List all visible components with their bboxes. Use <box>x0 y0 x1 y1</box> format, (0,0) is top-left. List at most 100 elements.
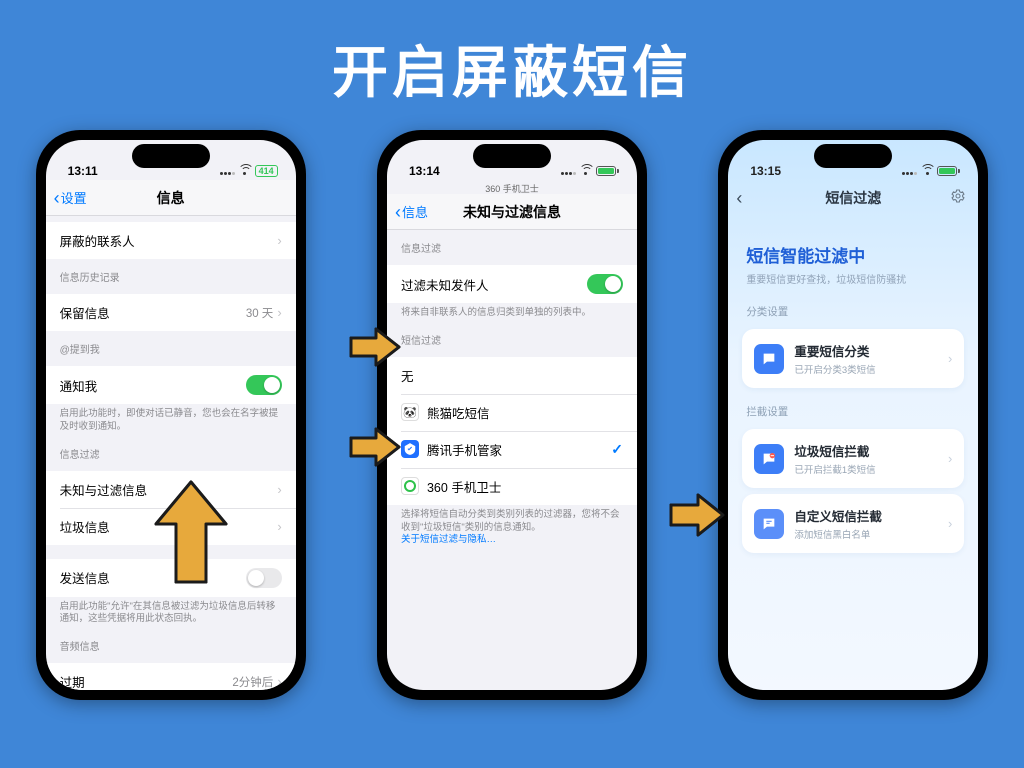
back-button[interactable]: ‹设置 <box>54 188 87 207</box>
status-time: 13:14 <box>409 164 440 178</box>
gear-icon[interactable] <box>950 188 966 209</box>
custom-list-icon <box>754 509 784 539</box>
battery-icon <box>596 166 619 176</box>
dynamic-island <box>132 144 210 168</box>
page-title: 开启屏蔽短信 <box>0 0 1024 109</box>
chevron-left-icon: ‹ <box>736 189 742 207</box>
section-footer: 启用此功能时，即使对话已静音，您也会在名字被提及时收到通知。 <box>46 404 296 436</box>
section-header: 信息历史记录 <box>46 259 296 288</box>
cell-value: 30 天 <box>246 305 274 321</box>
row-blocked-contacts[interactable]: 屏蔽的联系人 › <box>46 222 296 259</box>
wifi-icon <box>920 166 934 176</box>
cell-value: 2分钟后 <box>232 674 273 690</box>
phone-3: 13:15 ‹ 短信过滤 短信智能过滤中 重要短信更好查找，垃圾短信防骚扰 分类… <box>718 130 988 700</box>
section-header: 短信过滤 <box>387 322 637 351</box>
hero: 短信智能过滤中 重要短信更好查找，垃圾短信防骚扰 <box>728 216 978 300</box>
nav-bar: ‹ 短信过滤 <box>728 180 978 216</box>
card-title: 垃圾短信拦截 <box>794 441 938 460</box>
back-label: 信息 <box>402 202 428 221</box>
card-spam-block[interactable]: 垃圾短信拦截 已开启拦截1类短信 › <box>742 429 964 488</box>
callout-arrow-right <box>668 492 726 538</box>
row-app-tencent[interactable]: 腾讯手机管家 ✓ <box>387 431 637 468</box>
card-custom-block[interactable]: 自定义短信拦截 添加短信黑白名单 › <box>742 494 964 553</box>
row-app-360[interactable]: 360 手机卫士 <box>387 468 637 505</box>
cell-label: 过期 <box>60 672 85 690</box>
phone-2: 13:14 360 手机卫士 ‹信息 未知与过滤信息 信息过滤 过滤未知发件人 <box>377 130 647 700</box>
row-keep-messages[interactable]: 保留信息 30 天› <box>46 294 296 331</box>
row-filter-none[interactable]: 无 <box>387 357 637 394</box>
signal-icon <box>560 164 576 178</box>
cell-label: 屏蔽的联系人 <box>60 231 135 250</box>
dynamic-island <box>473 144 551 168</box>
chevron-right-icon: › <box>277 519 281 534</box>
back-label: 设置 <box>61 188 87 207</box>
nav-bar: ‹设置 信息 <box>46 180 296 216</box>
cell-label: 垃圾信息 <box>60 517 110 536</box>
cell-label: 发送信息 <box>60 568 110 587</box>
status-time: 13:11 <box>68 164 98 178</box>
phones-row: 13:11 414 ‹设置 信息 屏蔽的联系人 › 信息历史记录 <box>0 130 1024 738</box>
nav-title: 短信过滤 <box>825 188 881 208</box>
hero-subtitle: 重要短信更好查找，垃圾短信防骚扰 <box>746 271 960 286</box>
signal-icon <box>901 164 917 178</box>
panda-app-icon: 🐼 <box>401 403 419 421</box>
chevron-left-icon: ‹ <box>54 189 60 207</box>
section-header: 分类设置 <box>728 300 978 323</box>
dynamic-island <box>814 144 892 168</box>
back-button[interactable]: ‹ <box>736 189 742 207</box>
callout-arrow-right <box>348 426 402 468</box>
back-button[interactable]: ‹信息 <box>395 202 428 221</box>
phone-1: 13:11 414 ‹设置 信息 屏蔽的联系人 › 信息历史记录 <box>36 130 306 700</box>
row-notify-me[interactable]: 通知我 <box>46 366 296 404</box>
shield-block-icon <box>754 444 784 474</box>
tencent-app-icon <box>401 440 419 458</box>
card-subtitle: 添加短信黑白名单 <box>794 527 938 541</box>
chevron-right-icon: › <box>948 516 952 531</box>
cell-label: 通知我 <box>60 376 98 395</box>
cell-label: 熊猫吃短信 <box>427 403 623 422</box>
callout-arrow-up <box>152 478 230 588</box>
message-icon <box>754 344 784 374</box>
section-header: 音频信息 <box>46 628 296 657</box>
settings-list[interactable]: 信息过滤 过滤未知发件人 将来自非联系人的信息归类到单独的列表中。 短信过滤 无… <box>387 230 637 690</box>
phone-1-screen: 13:11 414 ‹设置 信息 屏蔽的联系人 › 信息历史记录 <box>46 140 296 690</box>
card-title: 重要短信分类 <box>794 341 938 360</box>
toggle-filter-unknown[interactable] <box>587 274 623 294</box>
chevron-right-icon: › <box>277 674 281 689</box>
nav-bar: ‹信息 未知与过滤信息 <box>387 194 637 230</box>
section-header: 信息过滤 <box>46 436 296 465</box>
row-app-panda[interactable]: 🐼 熊猫吃短信 <box>387 394 637 431</box>
phone-2-screen: 13:14 360 手机卫士 ‹信息 未知与过滤信息 信息过滤 过滤未知发件人 <box>387 140 637 690</box>
section-footer: 将来自非联系人的信息归类到单独的列表中。 <box>387 303 637 322</box>
nav-title: 未知与过滤信息 <box>463 202 561 222</box>
cell-label: 过滤未知发件人 <box>401 275 489 294</box>
callout-arrow-right <box>348 326 402 368</box>
signal-icon <box>219 164 235 178</box>
checkmark-icon: ✓ <box>611 441 623 458</box>
battery-icon: 414 <box>255 165 278 177</box>
wifi-icon <box>579 166 593 176</box>
chevron-right-icon: › <box>948 351 952 366</box>
cell-label: 360 手机卫士 <box>427 477 623 496</box>
toggle-notify-me[interactable] <box>246 375 282 395</box>
battery-icon <box>937 166 960 176</box>
hero-title: 短信智能过滤中 <box>746 242 960 267</box>
row-filter-unknown[interactable]: 过滤未知发件人 <box>387 265 637 303</box>
card-subtitle: 已开启拦截1类短信 <box>794 462 938 476</box>
settings-list[interactable]: 屏蔽的联系人 › 信息历史记录 保留信息 30 天› @提到我 通知我 <box>46 216 296 690</box>
privacy-link[interactable]: 关于短信过滤与隐私… <box>401 534 496 545</box>
card-subtitle: 已开启分类3类短信 <box>794 362 938 376</box>
card-important-class[interactable]: 重要短信分类 已开启分类3类短信 › <box>742 329 964 388</box>
row-expire[interactable]: 过期 2分钟后 › <box>46 663 296 690</box>
section-header: 拦截设置 <box>728 400 978 423</box>
cell-label: 未知与过滤信息 <box>60 480 148 499</box>
chevron-right-icon: › <box>277 305 281 320</box>
cell-label: 保留信息 <box>60 303 110 322</box>
wifi-icon <box>238 166 252 176</box>
chevron-right-icon: › <box>277 482 281 497</box>
section-footer: 选择将短信自动分类到类别列表的过滤器，您将不会收到"垃圾短信"类别的信息通知。 … <box>387 505 637 549</box>
chevron-left-icon: ‹ <box>395 203 401 221</box>
toggle-send-read[interactable] <box>246 568 282 588</box>
section-header: 信息过滤 <box>387 230 637 259</box>
card-title: 自定义短信拦截 <box>794 506 938 525</box>
